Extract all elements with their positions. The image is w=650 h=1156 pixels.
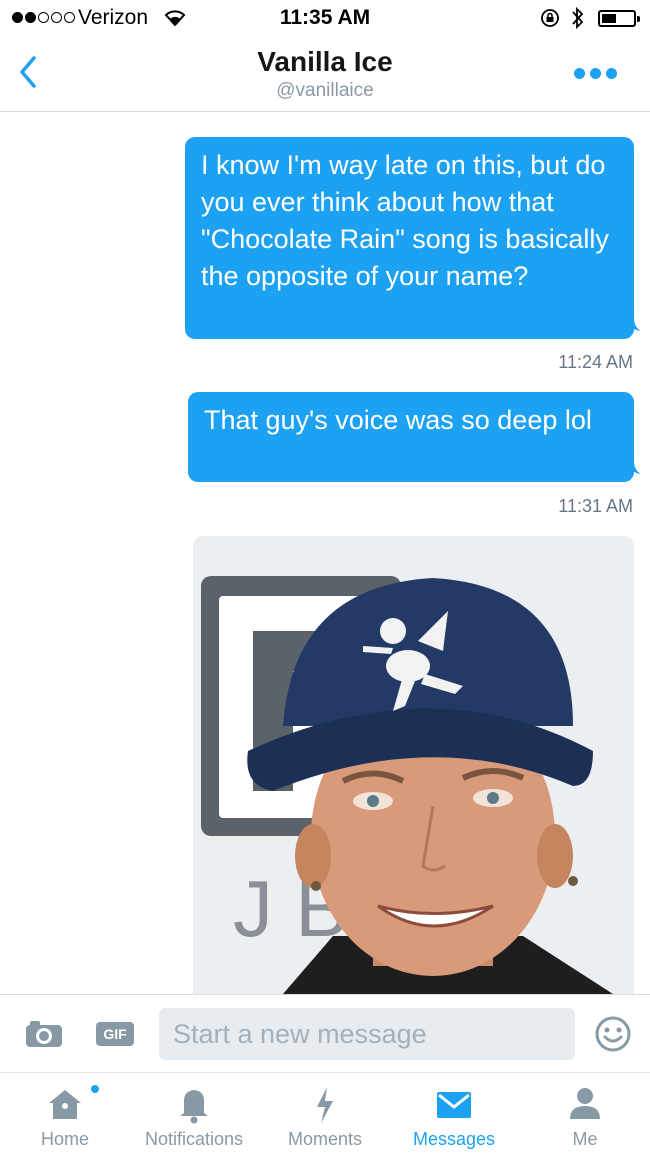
tab-label: Moments bbox=[287, 1129, 363, 1149]
camera-icon[interactable] bbox=[24, 1019, 64, 1049]
message-bubble[interactable]: I know I'm way late on this, but do you … bbox=[185, 137, 650, 339]
conversation-header: Vanilla Ice @vanillaice bbox=[0, 36, 650, 112]
portrait-photo: J B bbox=[193, 536, 634, 994]
message-timestamp: 11:24 AM bbox=[558, 352, 633, 372]
person-icon bbox=[570, 1088, 600, 1119]
tab-bar: Home Notifications Moments Messages Me bbox=[0, 1072, 650, 1156]
tab-label: Home bbox=[40, 1129, 89, 1149]
home-icon bbox=[49, 1090, 81, 1119]
photo-message[interactable]: J B bbox=[193, 536, 634, 994]
contact-handle: @vanillaice bbox=[276, 80, 374, 101]
rotation-lock-icon bbox=[541, 9, 559, 27]
tab-label: Messages bbox=[412, 1129, 496, 1149]
message-text: I know I'm way late on this, but do you … bbox=[201, 150, 609, 291]
message-input[interactable] bbox=[159, 1008, 575, 1060]
tab-messages[interactable]: Messages bbox=[394, 1073, 514, 1156]
tab-me[interactable]: Me bbox=[525, 1073, 645, 1156]
tab-label: Notifications bbox=[144, 1129, 244, 1149]
bluetooth-icon bbox=[572, 6, 584, 30]
message-bubble[interactable]: That guy's voice was so deep lol bbox=[188, 392, 650, 482]
bell-icon bbox=[180, 1090, 208, 1124]
tab-notifications[interactable]: Notifications bbox=[134, 1073, 254, 1156]
status-bar: Verizon 11:35 AM bbox=[0, 0, 650, 36]
tab-home[interactable]: Home bbox=[5, 1073, 125, 1156]
message-text: That guy's voice was so deep lol bbox=[204, 405, 592, 435]
message-composer: GIF bbox=[0, 994, 650, 1072]
message-timestamp: 11:31 AM bbox=[558, 496, 633, 516]
envelope-icon bbox=[437, 1092, 471, 1118]
gif-button[interactable]: GIF bbox=[96, 1022, 134, 1046]
tab-label: Me bbox=[572, 1129, 598, 1149]
emoji-icon[interactable] bbox=[594, 1015, 632, 1053]
contact-name: Vanilla Ice bbox=[257, 46, 393, 77]
battery-icon bbox=[598, 10, 640, 27]
more-options-icon[interactable] bbox=[574, 68, 617, 79]
tab-moments[interactable]: Moments bbox=[265, 1073, 385, 1156]
home-notification-dot bbox=[91, 1085, 99, 1093]
lightning-icon bbox=[317, 1087, 333, 1123]
